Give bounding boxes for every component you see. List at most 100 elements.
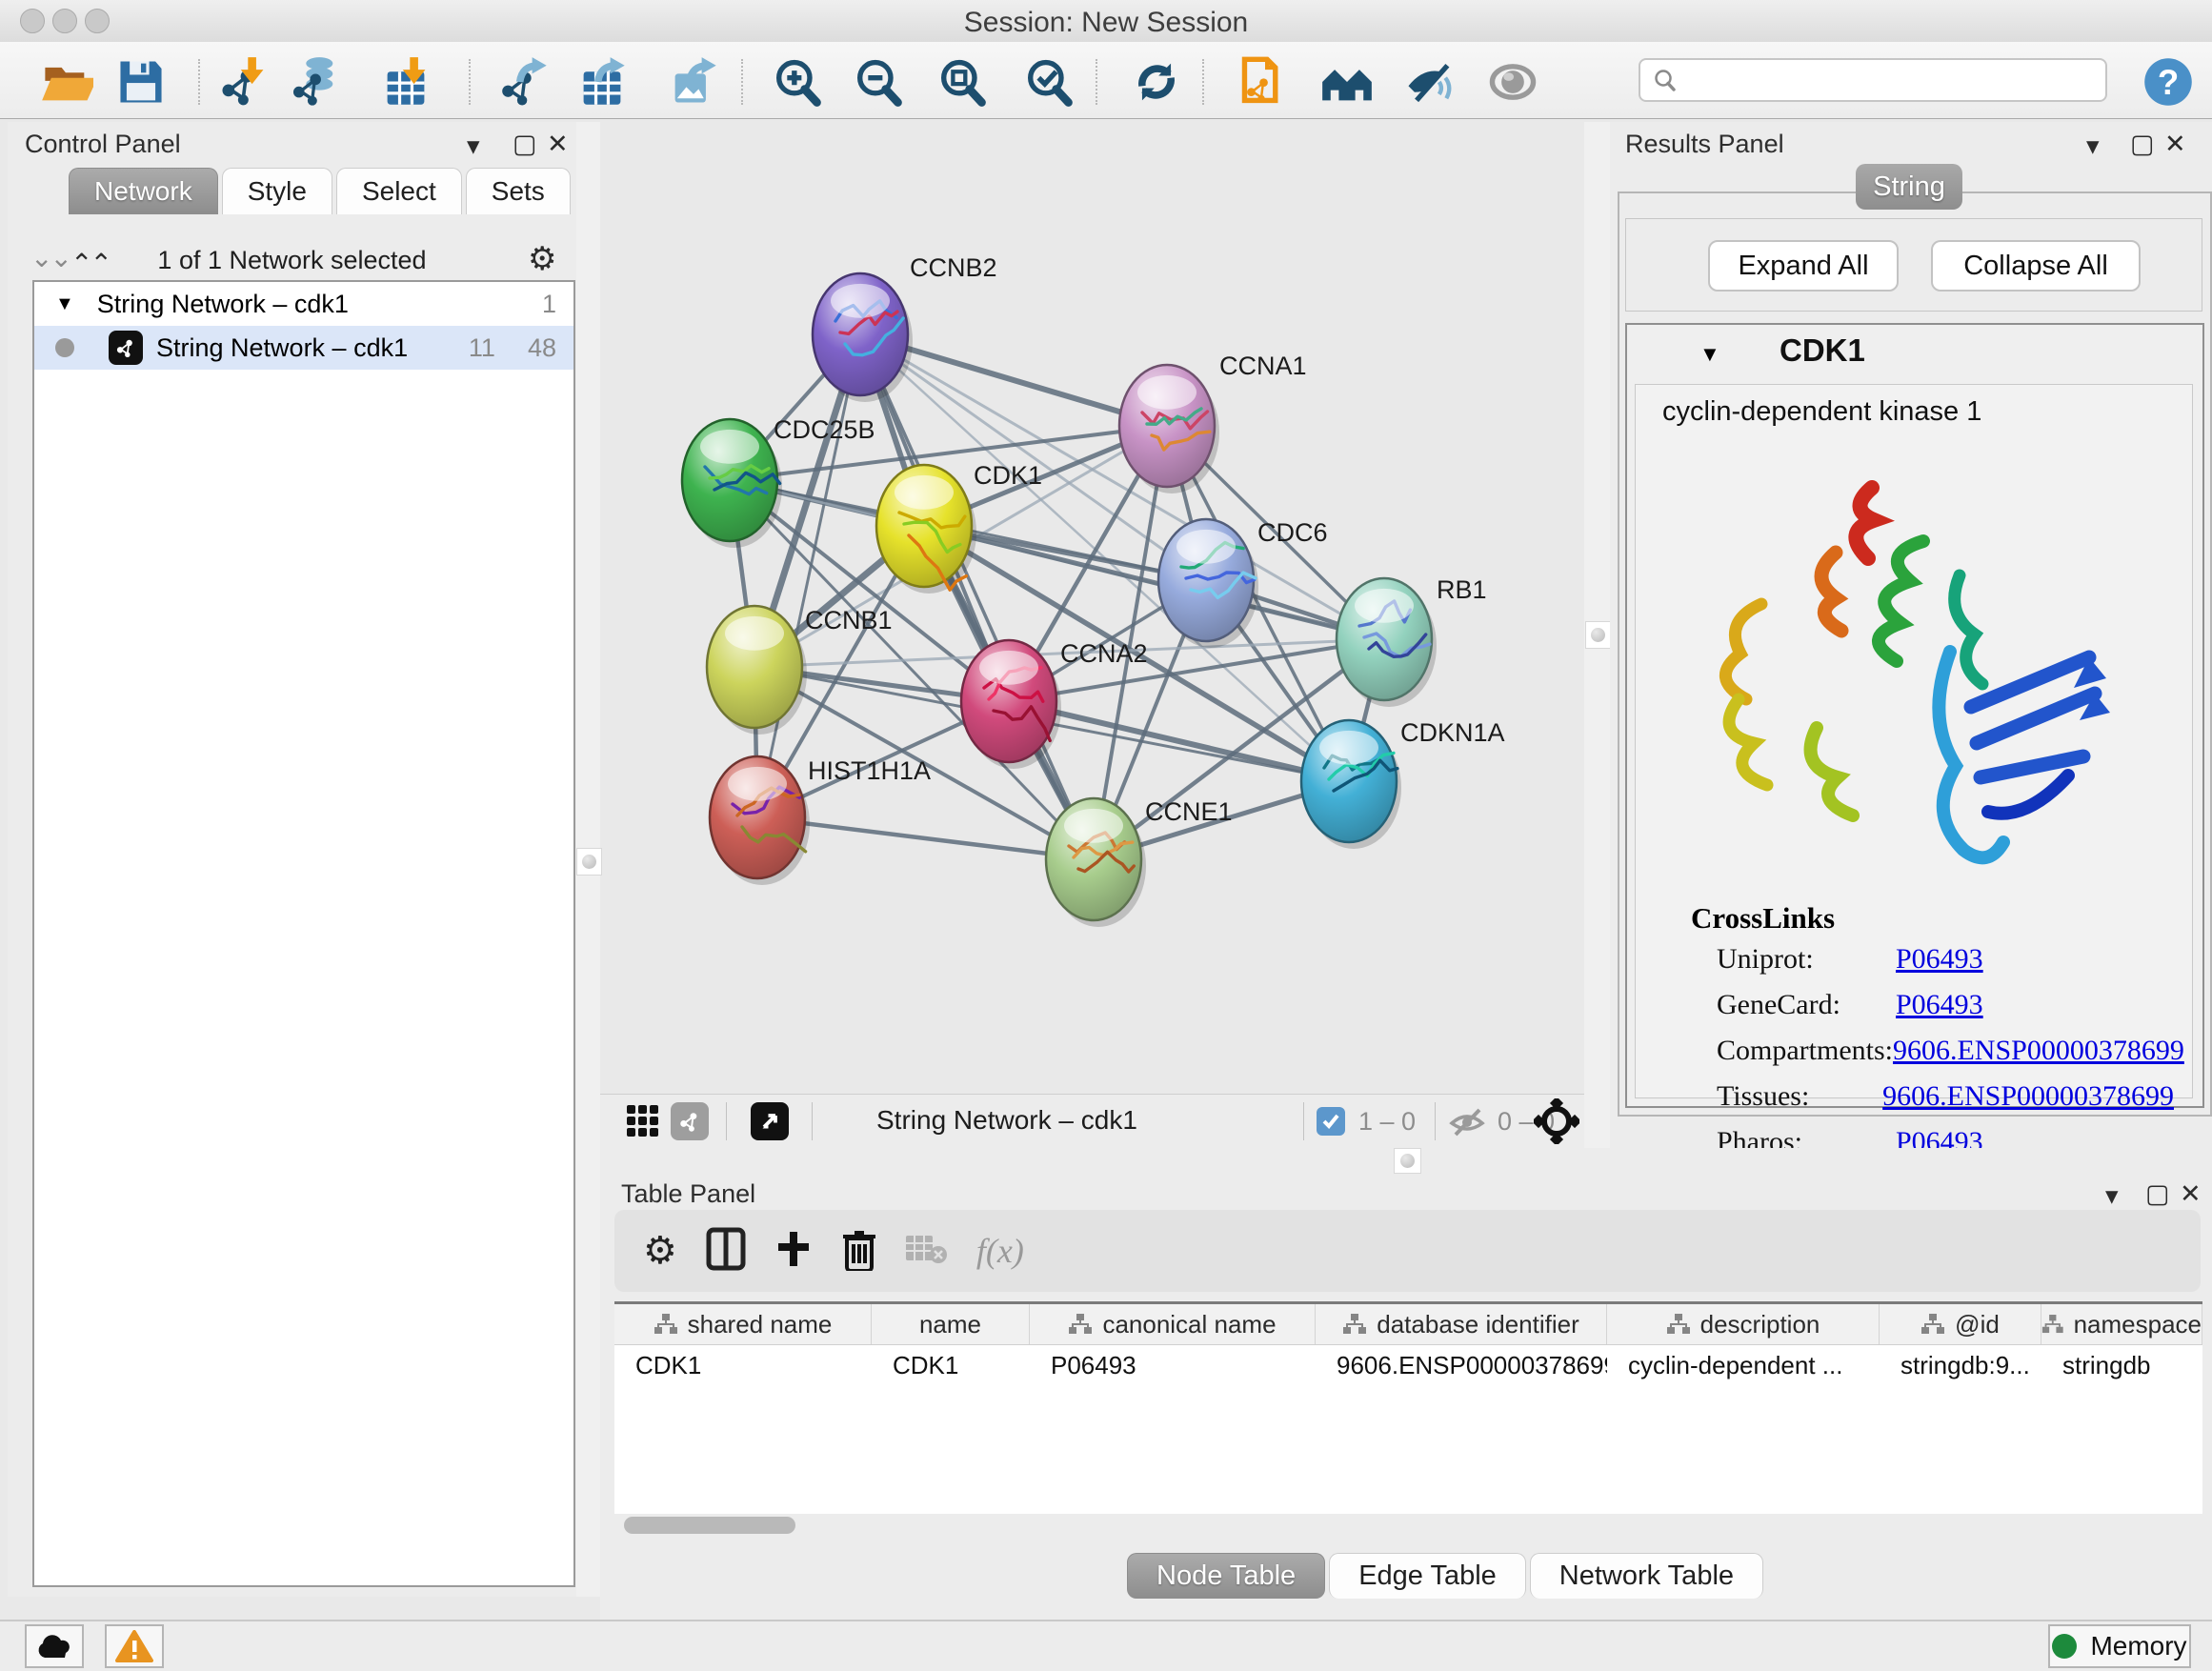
tab-network[interactable]: Network — [69, 168, 218, 214]
vertical-splitter-left[interactable] — [576, 122, 600, 1597]
column-header-description[interactable]: description — [1607, 1304, 1880, 1344]
node-CDK1[interactable]: CDK1 — [876, 461, 1042, 594]
zoom-in-button[interactable] — [770, 55, 823, 109]
table-cell[interactable]: P06493 — [1030, 1345, 1316, 1385]
node-CCNE1[interactable]: CCNE1 — [1046, 797, 1233, 927]
node-label-CCNA1: CCNA1 — [1219, 352, 1307, 380]
network-share-icon[interactable] — [671, 1102, 709, 1140]
horizontal-splitter[interactable] — [600, 1148, 2212, 1174]
string-enhance-button[interactable] — [1402, 55, 1456, 109]
refresh-button[interactable] — [1130, 55, 1183, 109]
tab-node-table[interactable]: Node Table — [1127, 1553, 1325, 1599]
add-column-icon[interactable] — [774, 1230, 813, 1273]
table-hscrollbar[interactable] — [614, 1515, 2202, 1538]
string-import-button[interactable] — [1238, 55, 1292, 109]
memory-button[interactable]: Memory — [2048, 1624, 2191, 1668]
warnings-button[interactable] — [105, 1624, 164, 1668]
string-homology-button[interactable] — [1320, 55, 1374, 109]
gene-expander-icon[interactable]: ▼ — [1699, 342, 1720, 367]
edge-CCNB2-HIST1H1A[interactable] — [757, 334, 860, 817]
crosslink-link[interactable]: P06493 — [1896, 989, 1983, 1021]
collection-expander-icon[interactable]: ▼ — [55, 293, 74, 315]
column-header-name[interactable]: name — [872, 1304, 1030, 1344]
crosslink-link[interactable]: P06493 — [1896, 943, 1983, 976]
function-builder-icon[interactable]: f(x) — [976, 1231, 1024, 1271]
node-CDC25B[interactable]: CDC25B — [682, 415, 875, 548]
tab-edge-table[interactable]: Edge Table — [1329, 1553, 1526, 1599]
crosslink-link[interactable]: 9606.ENSP00000378699 — [1893, 1035, 2184, 1067]
float-panel-icon[interactable]: ▾ — [467, 131, 480, 161]
splitter-grip[interactable] — [1394, 1148, 1421, 1174]
splitter-grip[interactable] — [576, 848, 602, 876]
crosslink-link[interactable]: 9606.ENSP00000378699 — [1882, 1080, 2174, 1113]
hidden-eye-icon[interactable] — [1448, 1106, 1486, 1143]
import-table-file-button[interactable] — [379, 55, 432, 109]
node-CDKN1A[interactable]: CDKN1A — [1301, 718, 1505, 849]
undock-panel-icon[interactable]: ▢ — [2145, 1179, 2170, 1209]
tab-style[interactable]: Style — [222, 168, 332, 214]
help-button[interactable]: ? — [2142, 55, 2195, 109]
birds-eye-crosshair-icon[interactable] — [1534, 1098, 1579, 1149]
expand-all-button[interactable]: Expand All — [1708, 240, 1899, 292]
table-cell[interactable]: CDK1 — [614, 1345, 872, 1385]
tab-select[interactable]: Select — [336, 168, 462, 214]
splitter-grip[interactable] — [1585, 621, 1611, 649]
network-collection-row[interactable]: ▼ String Network – cdk1 1 — [34, 282, 573, 326]
cloud-button[interactable] — [25, 1624, 84, 1668]
column-header-database-identifier[interactable]: database identifier — [1316, 1304, 1607, 1344]
tab-network-table[interactable]: Network Table — [1530, 1553, 1763, 1599]
table-cell[interactable]: stringdb:9... — [1880, 1345, 2041, 1385]
column-header--id[interactable]: @id — [1880, 1304, 2041, 1344]
float-panel-icon[interactable]: ▾ — [2105, 1181, 2119, 1211]
show-columns-icon[interactable] — [706, 1227, 746, 1276]
undock-panel-icon[interactable]: ▢ — [2130, 130, 2155, 159]
scrollbar-thumb[interactable] — [624, 1517, 795, 1534]
tab-sets[interactable]: Sets — [466, 168, 571, 214]
table-cell[interactable]: CDK1 — [872, 1345, 1030, 1385]
undock-panel-icon[interactable]: ▢ — [513, 130, 537, 159]
table-cell[interactable]: cyclin-dependent ... — [1607, 1345, 1880, 1385]
zoom-selected-button[interactable] — [1021, 55, 1075, 109]
column-header-shared-name[interactable]: shared name — [614, 1304, 872, 1344]
export-network-button[interactable] — [497, 55, 551, 109]
node-label-CDC6: CDC6 — [1257, 518, 1328, 547]
close-panel-icon[interactable]: ✕ — [2180, 1179, 2202, 1209]
column-header-canonical-name[interactable]: canonical name — [1030, 1304, 1316, 1344]
export-image-button[interactable] — [667, 55, 720, 109]
save-session-button[interactable] — [114, 55, 168, 109]
zoom-fit-button[interactable] — [935, 55, 988, 109]
zoom-out-button[interactable] — [851, 55, 904, 109]
delete-table-icon[interactable] — [906, 1232, 948, 1271]
network-row[interactable]: String Network – cdk1 11 48 — [34, 326, 573, 370]
crosslinks-title: CrossLinks — [1691, 901, 1835, 936]
selected-checkbox-icon[interactable] — [1317, 1107, 1345, 1136]
results-tab-string[interactable]: String — [1856, 164, 1962, 210]
crosslink-label: Uniprot: — [1717, 943, 1896, 976]
table-cell[interactable]: stringdb — [2041, 1345, 2202, 1385]
crosslink-row: Compartments:9606.ENSP00000378699 — [1717, 1035, 2174, 1067]
table-row[interactable]: CDK1CDK1P064939606.ENSP00000378699cyclin… — [614, 1345, 2202, 1385]
node-CDC6[interactable]: CDC6 — [1158, 518, 1328, 648]
close-panel-icon[interactable]: ✕ — [2164, 130, 2186, 159]
string-glass-ball-button[interactable] — [1486, 55, 1539, 109]
node-HIST1H1A[interactable]: HIST1H1A — [710, 756, 931, 885]
node-RB1[interactable]: RB1 — [1337, 575, 1487, 707]
import-network-file-button[interactable] — [217, 55, 271, 109]
table-cell[interactable]: 9606.ENSP00000378699 — [1316, 1345, 1607, 1385]
string-results-container: Expand All Collapse All ▼ CDK1 cyclin-de… — [1618, 191, 2212, 1117]
search-input[interactable] — [1639, 58, 2107, 102]
open-in-window-icon[interactable] — [751, 1102, 789, 1140]
node-CCNB2[interactable]: CCNB2 — [813, 253, 997, 402]
network-canvas[interactable]: CCNB2CCNA1CDC25BCDK1CDC6RB1CCNB1CCNA2CDK… — [600, 122, 1584, 1094]
panel-options-gear-icon[interactable]: ⚙ — [528, 240, 556, 278]
open-session-button[interactable] — [40, 55, 93, 109]
import-network-database-button[interactable] — [289, 55, 342, 109]
float-panel-icon[interactable]: ▾ — [2086, 131, 2100, 161]
collapse-all-button[interactable]: Collapse All — [1931, 240, 2141, 292]
grid-view-icon[interactable] — [625, 1103, 661, 1144]
delete-column-icon[interactable] — [841, 1227, 877, 1276]
table-settings-gear-icon[interactable]: ⚙ — [643, 1229, 677, 1273]
column-header-namespace[interactable]: namespace — [2041, 1304, 2202, 1344]
close-panel-icon[interactable]: ✕ — [547, 130, 569, 159]
export-table-button[interactable] — [575, 55, 629, 109]
